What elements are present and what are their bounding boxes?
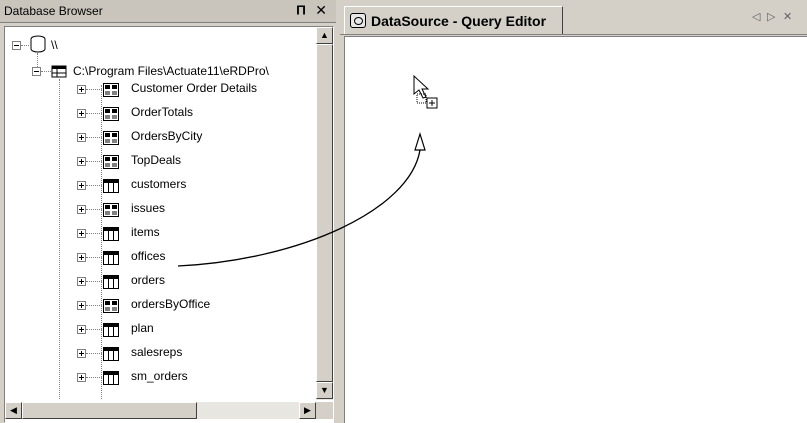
- drag-cursor-icon: [413, 74, 438, 109]
- drag-overlay: [177, 74, 438, 267]
- arrowhead-icon: [414, 131, 426, 151]
- drag-arrow-icon: [177, 149, 421, 267]
